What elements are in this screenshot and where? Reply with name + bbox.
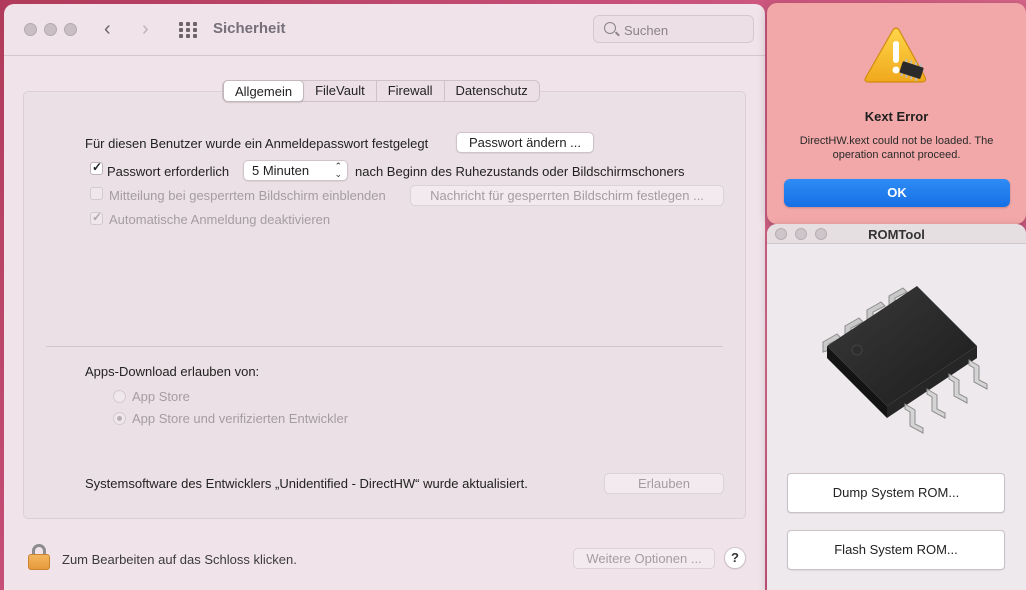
flash-rom-button[interactable]: Flash System ROM... (787, 530, 1005, 570)
password-set-text: Für diesen Benutzer wurde ein Anmeldepas… (85, 136, 429, 151)
show-message-label: Mitteilung bei gesperrtem Bildschirm ein… (109, 188, 386, 203)
tab-datenschutz[interactable]: Datenschutz (445, 81, 539, 101)
more-options-button[interactable]: Weitere Optionen ... (573, 548, 715, 569)
password-delay-value: 5 Minuten (252, 163, 310, 178)
general-panel: Für diesen Benutzer wurde ein Anmeldepas… (23, 91, 746, 519)
show-all-grid-icon[interactable] (179, 22, 197, 38)
lock-text: Zum Bearbeiten auf das Schloss klicken. (62, 552, 297, 567)
romtool-window: ROMTool Dump System ROM... Flash System … (767, 224, 1026, 590)
zoom-window-button[interactable] (64, 23, 77, 36)
require-password-suffix: nach Beginn des Ruhezustands oder Bildsc… (355, 164, 685, 179)
warning-chip-icon (864, 27, 927, 83)
change-password-button[interactable]: Passwort ändern ... (456, 132, 594, 153)
security-preferences-window: ‹ › Sicherheit Allgemein FileVault Firew… (4, 4, 765, 590)
show-message-checkbox[interactable] (90, 187, 103, 200)
minimize-window-button[interactable] (44, 23, 57, 36)
system-software-text: Systemsoftware des Entwicklers „Unidenti… (85, 476, 528, 491)
help-button[interactable]: ? (724, 547, 746, 569)
require-password-checkbox[interactable] (90, 160, 103, 175)
set-lock-message-button[interactable]: Nachricht für gesperrten Bildschirm fest… (410, 185, 724, 206)
window-title: Sicherheit (213, 20, 286, 37)
search-input[interactable] (624, 20, 749, 40)
romtool-titlebar: ROMTool (767, 224, 1026, 244)
radio-app-store-verified[interactable] (113, 412, 126, 425)
tab-bar: Allgemein FileVault Firewall Datenschutz (222, 80, 540, 102)
disable-autologin-checkbox[interactable] (90, 210, 103, 225)
password-delay-popup[interactable]: 5 Minuten ⌃ ⌄ (243, 160, 348, 181)
romtool-title: ROMTool (868, 227, 925, 242)
back-arrow-icon[interactable]: ‹ (104, 17, 111, 41)
radio-app-store-verified-label: App Store und verifizierten Entwickler (132, 411, 349, 426)
radio-app-store-label: App Store (132, 389, 190, 404)
alert-ok-button[interactable]: OK (784, 179, 1010, 207)
disable-autologin-label: Automatische Anmeldung deaktivieren (109, 212, 331, 227)
popup-chevron-icon: ⌃ ⌄ (334, 161, 342, 179)
kext-error-alert: Kext Error DirectHW.kext could not be lo… (767, 3, 1026, 224)
section-divider (46, 346, 723, 347)
titlebar: ‹ › Sicherheit (4, 4, 765, 56)
tab-firewall[interactable]: Firewall (377, 81, 445, 101)
dump-rom-button[interactable]: Dump System ROM... (787, 473, 1005, 513)
downloads-heading: Apps-Download erlauben von: (85, 364, 260, 379)
search-icon (604, 22, 616, 34)
allow-button[interactable]: Erlauben (604, 473, 724, 494)
lock-icon[interactable] (28, 544, 50, 570)
require-password-label: Passwort erforderlich (107, 164, 230, 179)
radio-app-store[interactable] (113, 390, 126, 403)
tab-allgemein[interactable]: Allgemein (223, 80, 305, 102)
rom-chip-image (822, 286, 988, 434)
close-window-button[interactable] (24, 23, 37, 36)
alert-message: DirectHW.kext could not be loaded. The o… (799, 135, 994, 161)
tab-filevault[interactable]: FileVault (304, 81, 377, 101)
alert-title: Kext Error (864, 109, 929, 124)
forward-arrow-icon[interactable]: › (142, 17, 149, 41)
search-field[interactable] (593, 15, 754, 43)
